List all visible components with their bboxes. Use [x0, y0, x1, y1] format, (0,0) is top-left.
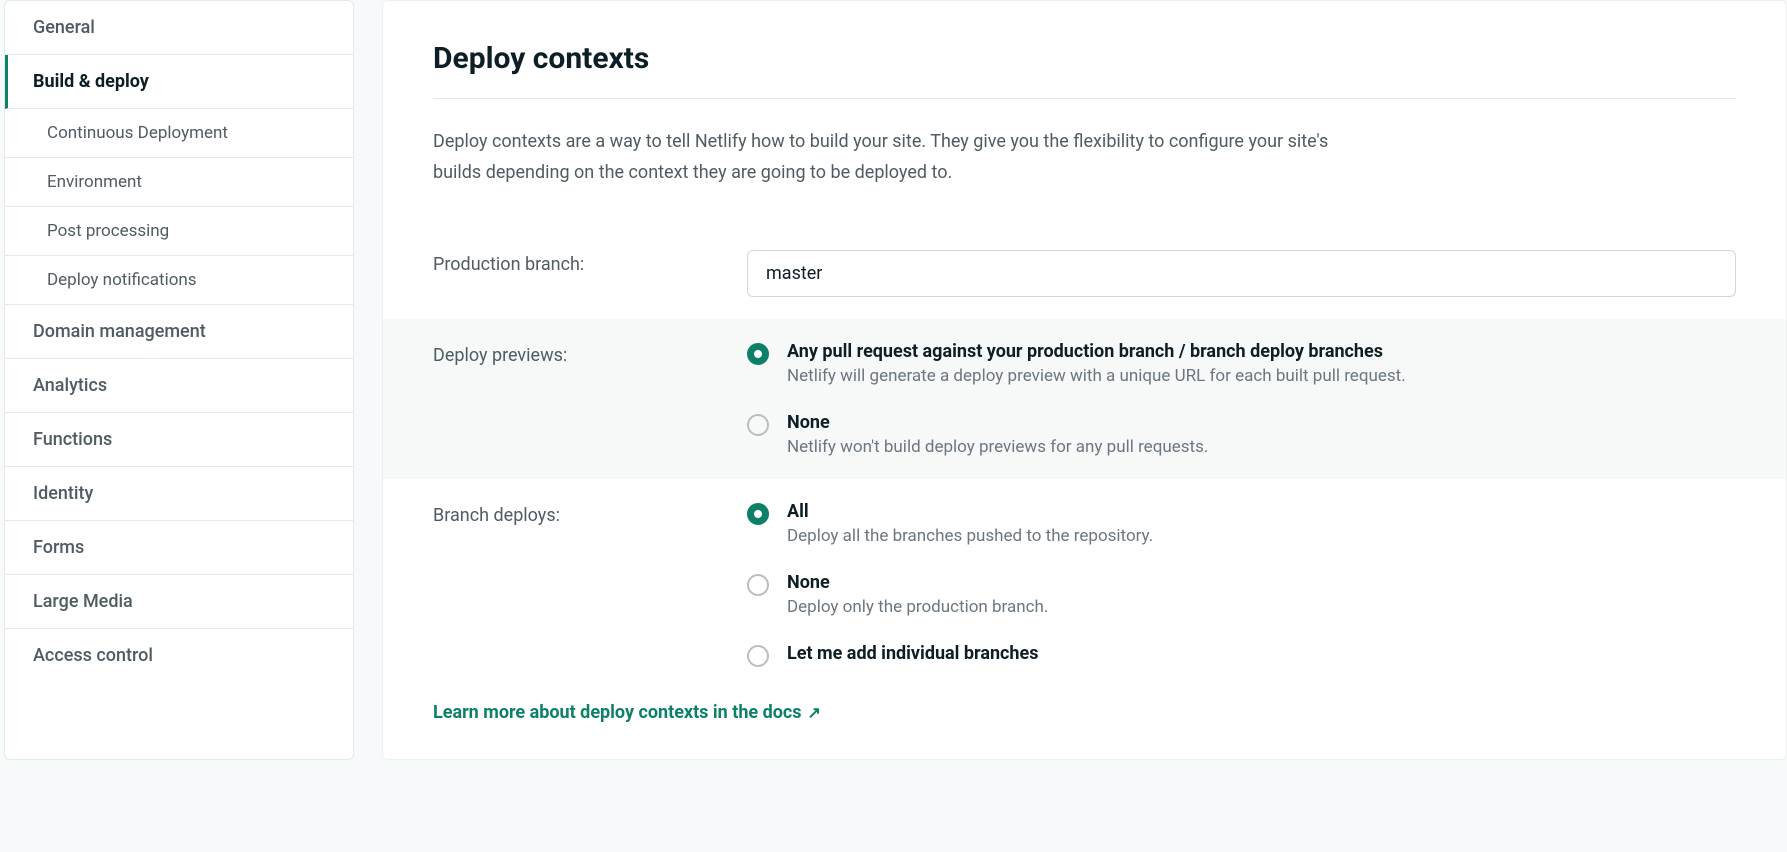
- deploy-previews-label: Deploy previews:: [433, 341, 747, 366]
- branch-deploys-option-all[interactable]: All Deploy all the branches pushed to th…: [747, 501, 1736, 546]
- sidebar-item-build-deploy[interactable]: Build & deploy: [5, 55, 353, 109]
- branch-deploys-row: Branch deploys: All Deploy all the branc…: [383, 479, 1786, 690]
- branch-deploys-option-none[interactable]: None Deploy only the production branch.: [747, 572, 1736, 617]
- radio-icon[interactable]: [747, 414, 769, 436]
- docs-link[interactable]: Learn more about deploy contexts in the …: [433, 702, 821, 723]
- branch-deploys-label: Branch deploys:: [433, 501, 747, 526]
- sidebar-subitem-deploy-notifications[interactable]: Deploy notifications: [5, 256, 353, 305]
- sidebar-item-large-media[interactable]: Large Media: [5, 575, 353, 629]
- radio-label: Let me add individual branches: [787, 643, 1736, 664]
- sidebar-item-analytics[interactable]: Analytics: [5, 359, 353, 413]
- sidebar-item-identity[interactable]: Identity: [5, 467, 353, 521]
- sidebar-subitem-environment[interactable]: Environment: [5, 158, 353, 207]
- section-description: Deploy contexts are a way to tell Netlif…: [433, 127, 1333, 188]
- radio-help: Deploy only the production branch.: [787, 597, 1736, 617]
- external-link-icon: ↗: [808, 703, 821, 722]
- branch-deploys-option-individual[interactable]: Let me add individual branches: [747, 643, 1736, 668]
- sidebar-item-general[interactable]: General: [5, 1, 353, 55]
- deploy-previews-option-none[interactable]: None Netlify won't build deploy previews…: [747, 412, 1736, 457]
- radio-help: Deploy all the branches pushed to the re…: [787, 526, 1736, 546]
- radio-icon[interactable]: [747, 343, 769, 365]
- settings-sidebar: General Build & deploy Continuous Deploy…: [4, 0, 354, 760]
- sidebar-item-functions[interactable]: Functions: [5, 413, 353, 467]
- radio-help: Netlify won't build deploy previews for …: [787, 437, 1736, 457]
- section-title: Deploy contexts: [433, 41, 1736, 99]
- sidebar-subitem-continuous-deployment[interactable]: Continuous Deployment: [5, 109, 353, 158]
- docs-link-text: Learn more about deploy contexts in the …: [433, 702, 802, 723]
- sidebar-item-domain-management[interactable]: Domain management: [5, 305, 353, 359]
- sidebar-item-access-control[interactable]: Access control: [5, 629, 353, 682]
- production-branch-row: Production branch:: [383, 228, 1786, 319]
- radio-label: Any pull request against your production…: [787, 341, 1736, 362]
- main-panel: Deploy contexts Deploy contexts are a wa…: [382, 0, 1787, 760]
- radio-help: Netlify will generate a deploy preview w…: [787, 366, 1736, 386]
- radio-icon[interactable]: [747, 574, 769, 596]
- production-branch-label: Production branch:: [433, 250, 747, 275]
- radio-icon[interactable]: [747, 503, 769, 525]
- production-branch-input[interactable]: [747, 250, 1736, 297]
- sidebar-item-forms[interactable]: Forms: [5, 521, 353, 575]
- radio-label: All: [787, 501, 1736, 522]
- sidebar-subitem-post-processing[interactable]: Post processing: [5, 207, 353, 256]
- radio-label: None: [787, 572, 1736, 593]
- deploy-previews-option-any-pr[interactable]: Any pull request against your production…: [747, 341, 1736, 386]
- radio-label: None: [787, 412, 1736, 433]
- deploy-previews-row: Deploy previews: Any pull request agains…: [383, 319, 1786, 479]
- radio-icon[interactable]: [747, 645, 769, 667]
